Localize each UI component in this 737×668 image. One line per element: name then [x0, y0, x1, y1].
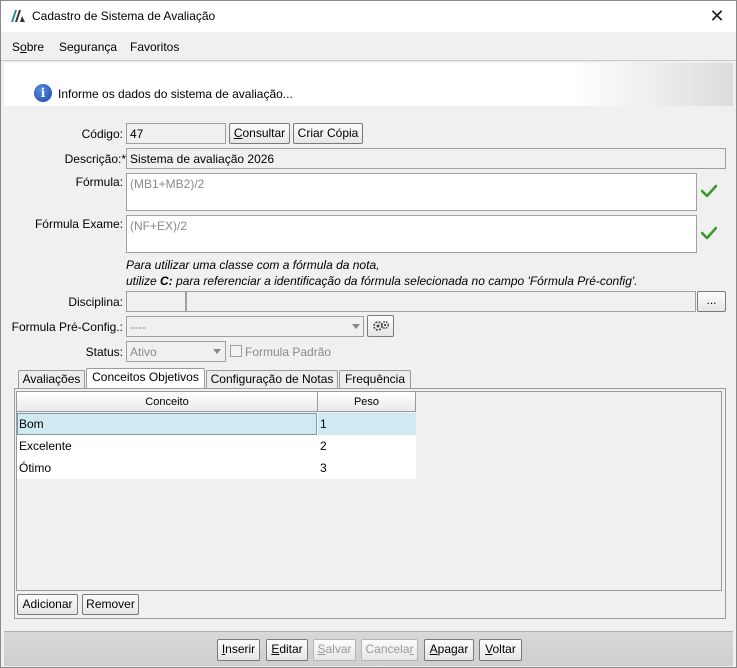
status-select[interactable]: Ativo [126, 341, 226, 362]
cell-peso[interactable]: 1 [318, 413, 416, 435]
remover-button[interactable]: Remover [82, 594, 139, 615]
disciplina-browse-button[interactable]: ... [697, 291, 726, 312]
column-header-conceito[interactable]: Conceito [17, 392, 318, 412]
chevron-down-icon [213, 349, 221, 354]
menu-favoritos[interactable]: Favoritos [130, 40, 179, 54]
disciplina-name-field[interactable] [186, 291, 696, 312]
voltar-button[interactable]: Voltar [479, 639, 522, 661]
menu-seguranca[interactable]: Segurança [59, 40, 117, 54]
apagar-button[interactable]: Apagar [424, 639, 474, 661]
formula-exame-label: Fórmula Exame: [34, 217, 123, 231]
main-window: Cadastro de Sistema de Avaliação ✕ Sobre… [0, 0, 737, 668]
menu-sobre[interactable]: Sobre [12, 40, 44, 54]
column-header-peso[interactable]: Peso [318, 392, 416, 412]
table-row[interactable]: Excelente 2 [17, 435, 416, 457]
tab-configuracao-notas[interactable]: Configuração de Notas [206, 370, 338, 389]
title-bar: Cadastro de Sistema de Avaliação ✕ [1, 1, 736, 32]
cell-peso[interactable]: 3 [318, 457, 416, 479]
inserir-button[interactable]: Inserir [217, 639, 260, 661]
window-title: Cadastro de Sistema de Avaliação [32, 9, 216, 23]
descricao-field[interactable]: Sistema de avaliação 2026 [126, 148, 726, 169]
tab-avaliacoes[interactable]: Avaliações [18, 370, 85, 389]
chevron-down-icon [352, 324, 360, 329]
hint-line-1: Para utilizar uma classe com a fórmula d… [126, 258, 380, 272]
banner-message: Informe os dados do sistema de avaliação… [58, 87, 293, 101]
formula-padrao-checkbox[interactable] [230, 345, 242, 357]
formula-padrao-label: Formula Padrão [245, 345, 332, 359]
editar-button[interactable]: Editar [266, 639, 308, 661]
formula-field[interactable]: (MB1+MB2)/2 [126, 173, 697, 211]
info-banner: i Informe os dados do sistema de avaliaç… [4, 63, 733, 106]
descricao-label: Descrição:* [64, 152, 126, 166]
hint-line-2: utilize C: para referenciar a identifica… [126, 274, 638, 288]
salvar-button[interactable]: Salvar [313, 639, 356, 661]
adicionar-button[interactable]: Adicionar [17, 594, 78, 615]
close-icon[interactable]: ✕ [698, 1, 736, 32]
cell-conceito[interactable]: Excelente [17, 435, 317, 457]
formula-valid-check-icon [701, 184, 717, 198]
table-row[interactable]: Ótimo 3 [17, 457, 416, 479]
conceitos-table: Conceito Peso Bom 1 Excelente 2 Ótimo 3 [16, 391, 722, 591]
info-icon: i [34, 84, 52, 102]
codigo-field[interactable]: 47 [126, 123, 226, 144]
menu-bar: Sobre Segurança Favoritos [1, 32, 736, 61]
app-logo-icon [11, 10, 25, 22]
formula-pre-config-label: Formula Pré-Config.: [11, 320, 123, 334]
codigo-label: Código: [81, 127, 123, 141]
status-label: Status: [85, 345, 123, 359]
table-row[interactable]: Bom 1 [17, 413, 416, 435]
criar-copia-button[interactable]: Criar Cópia [293, 123, 363, 144]
tab-frequencia[interactable]: Frequência [339, 370, 411, 389]
tab-conceitos-objetivos[interactable]: Conceitos Objetivos [86, 368, 205, 390]
cancelar-button[interactable]: Cancelar [361, 639, 418, 661]
formula-exame-field[interactable]: (NF+EX)/2 [126, 215, 697, 253]
disciplina-code-field[interactable] [126, 291, 186, 312]
formula-pre-config-select[interactable]: ---- [126, 316, 364, 337]
consultar-button[interactable]: Consultar [229, 123, 290, 144]
disciplina-label: Disciplina: [68, 295, 123, 309]
formula-exame-valid-check-icon [701, 226, 717, 240]
cell-peso[interactable]: 2 [318, 435, 416, 457]
formula-config-settings-button[interactable] [367, 315, 394, 337]
cell-conceito[interactable]: Ótimo [17, 457, 317, 479]
cell-conceito[interactable]: Bom [17, 413, 317, 435]
formula-label: Fórmula: [75, 175, 123, 189]
gears-icon [372, 321, 389, 331]
